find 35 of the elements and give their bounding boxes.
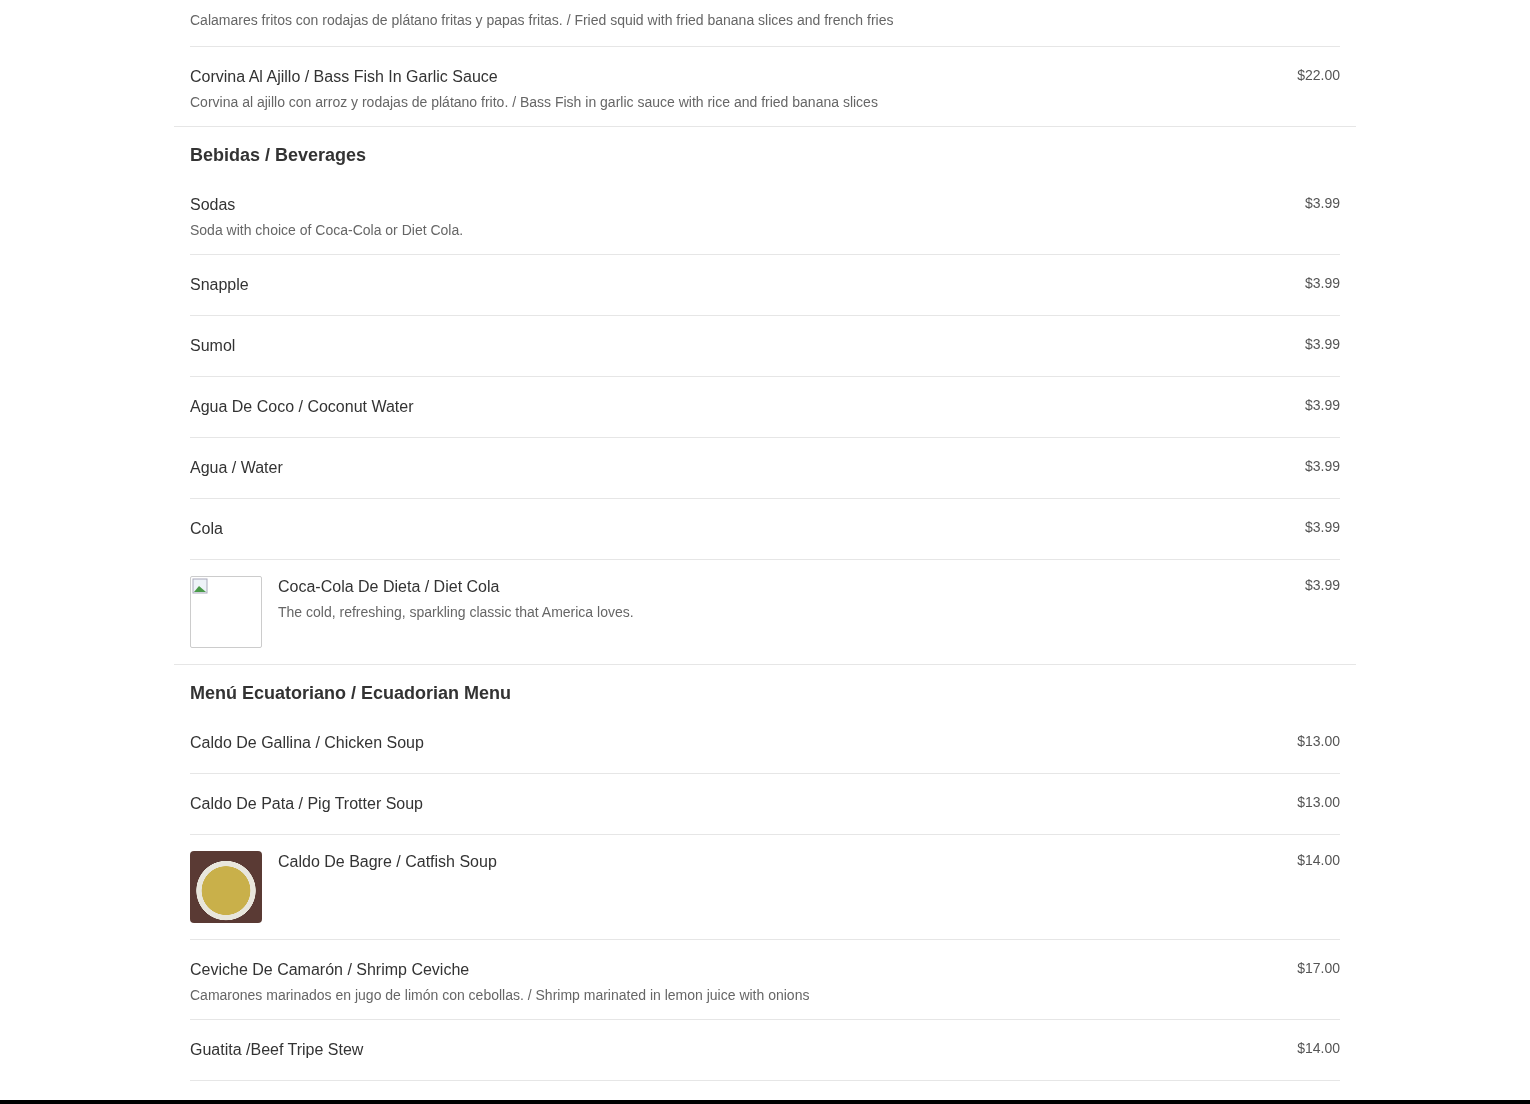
item-price: $14.00 — [1297, 1039, 1340, 1058]
item-name[interactable]: Caldo De Gallina / Chicken Soup — [190, 732, 1282, 754]
item-name[interactable]: Sodas — [190, 194, 1289, 216]
item-price: $17.00 — [1297, 959, 1340, 978]
section-heading: Menú Ecuatoriano / Ecuadorian Menu — [190, 682, 513, 705]
item-name[interactable]: Cola — [190, 518, 1289, 540]
item-description: Calamares fritos con rodajas de plátano fritas y papas fritas. / Fried squid with fried banana slices and french fries — [190, 11, 895, 30]
item-name[interactable]: Snapple — [190, 274, 1289, 296]
item-price: $3.99 — [1304, 457, 1340, 476]
section-heading: Bebidas / Beverages — [190, 144, 368, 167]
item-name[interactable]: Corvina Al Ajillo / Bass Fish In Garlic Sauce — [190, 66, 1282, 88]
item-price: $3.99 — [1304, 274, 1340, 293]
item-name[interactable]: Caldo De Bagre / Catfish Soup — [278, 851, 1282, 873]
item-price: $13.00 — [1297, 732, 1340, 751]
item-price: $14.00 — [1297, 851, 1340, 870]
item-price: $3.99 — [1304, 335, 1340, 354]
item-name[interactable]: Caldo De Pata / Pig Trotter Soup — [190, 793, 1282, 815]
item-name[interactable]: Agua / Water — [190, 457, 1289, 479]
item-name[interactable]: Sumol — [190, 335, 1289, 357]
item-price: $13.00 — [1297, 793, 1340, 812]
item-description: The cold, refreshing, sparkling classic that America loves. — [278, 603, 635, 622]
photo-placeholder — [190, 851, 262, 923]
item-name[interactable]: Coca-Cola De Dieta / Diet Cola — [278, 576, 1289, 598]
item-name[interactable]: Guatita /Beef Tripe Stew — [190, 1039, 1282, 1061]
item-name[interactable]: Ceviche De Camarón / Shrimp Ceviche — [190, 959, 1282, 981]
item-description: Corvina al ajillo con arroz y rodajas de plátano frito. / Bass Fish in garlic sauce with rice and fried banana slices — [190, 93, 879, 112]
item-price: $3.99 — [1304, 576, 1340, 595]
item-price: $3.99 — [1304, 518, 1340, 537]
item-description: Camarones marinados en jugo de limón con cebollas. / Shrimp marinated in lemon juice with onions — [190, 986, 811, 1005]
item-name[interactable]: Agua De Coco / Coconut Water — [190, 396, 1289, 418]
item-price: $3.99 — [1304, 194, 1340, 213]
item-price: $22.00 — [1297, 66, 1340, 85]
item-description: Soda with choice of Coca-Cola or Diet Cola. — [190, 221, 465, 240]
broken-image-icon — [192, 578, 208, 594]
item-price: $3.99 — [1304, 396, 1340, 415]
